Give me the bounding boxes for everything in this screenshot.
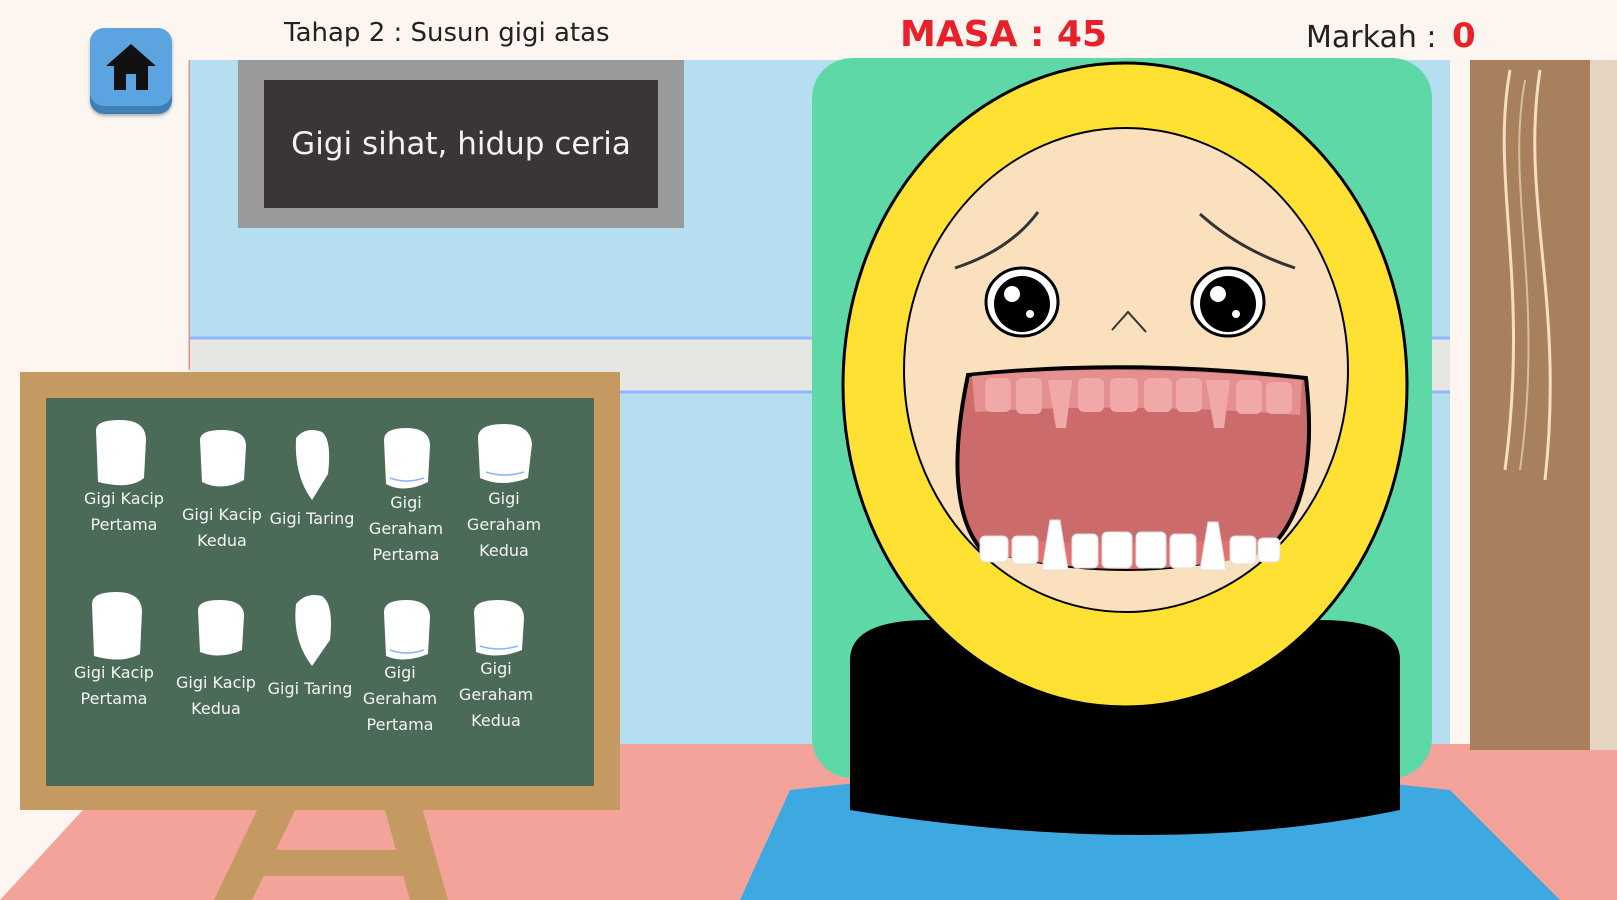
home-button[interactable] bbox=[90, 28, 172, 114]
tooth-icon[interactable] bbox=[384, 600, 430, 660]
tooth-icon[interactable] bbox=[200, 430, 246, 487]
score-label: Markah : bbox=[1306, 20, 1437, 55]
tooth-icon[interactable] bbox=[96, 420, 146, 486]
level-title: Tahap 2 : Susun gigi atas bbox=[284, 18, 610, 48]
door bbox=[1470, 60, 1617, 750]
tooth-icon[interactable] bbox=[92, 592, 142, 660]
tooth-label: Gigi Geraham Pertama bbox=[362, 663, 438, 734]
score-value: 0 bbox=[1452, 16, 1476, 56]
tooth-label: Gigi Kacip Pertama bbox=[74, 663, 154, 708]
tooth-icon[interactable] bbox=[474, 600, 524, 656]
tooth-icon[interactable] bbox=[198, 600, 244, 656]
tooth-label: Gigi Taring bbox=[267, 679, 353, 698]
tooth-icon[interactable] bbox=[384, 428, 430, 489]
tooth-label: Gigi Kacip Kedua bbox=[182, 505, 262, 550]
home-icon bbox=[106, 44, 156, 90]
scene-background bbox=[0, 0, 1617, 900]
game-scene: Tahap 2 : Susun gigi atas MASA : 45 Mark… bbox=[0, 0, 1617, 900]
tooth-label: Gigi Kacip Pertama bbox=[84, 489, 164, 534]
tooth-label: Gigi Geraham Kedua bbox=[458, 659, 534, 730]
tooth-icon[interactable] bbox=[478, 424, 532, 483]
tooth-label: Gigi Kacip Kedua bbox=[176, 673, 256, 718]
tooth-label: Gigi Geraham Kedua bbox=[466, 489, 542, 560]
upper-teeth-drop-zone[interactable] bbox=[968, 370, 1304, 440]
tooth-label: Gigi Taring bbox=[269, 509, 355, 528]
tooth-label: Gigi Geraham Pertama bbox=[368, 493, 444, 564]
wall-sign-text: Gigi sihat, hidup ceria bbox=[291, 126, 631, 162]
timer-display: MASA : 45 bbox=[900, 14, 1108, 55]
